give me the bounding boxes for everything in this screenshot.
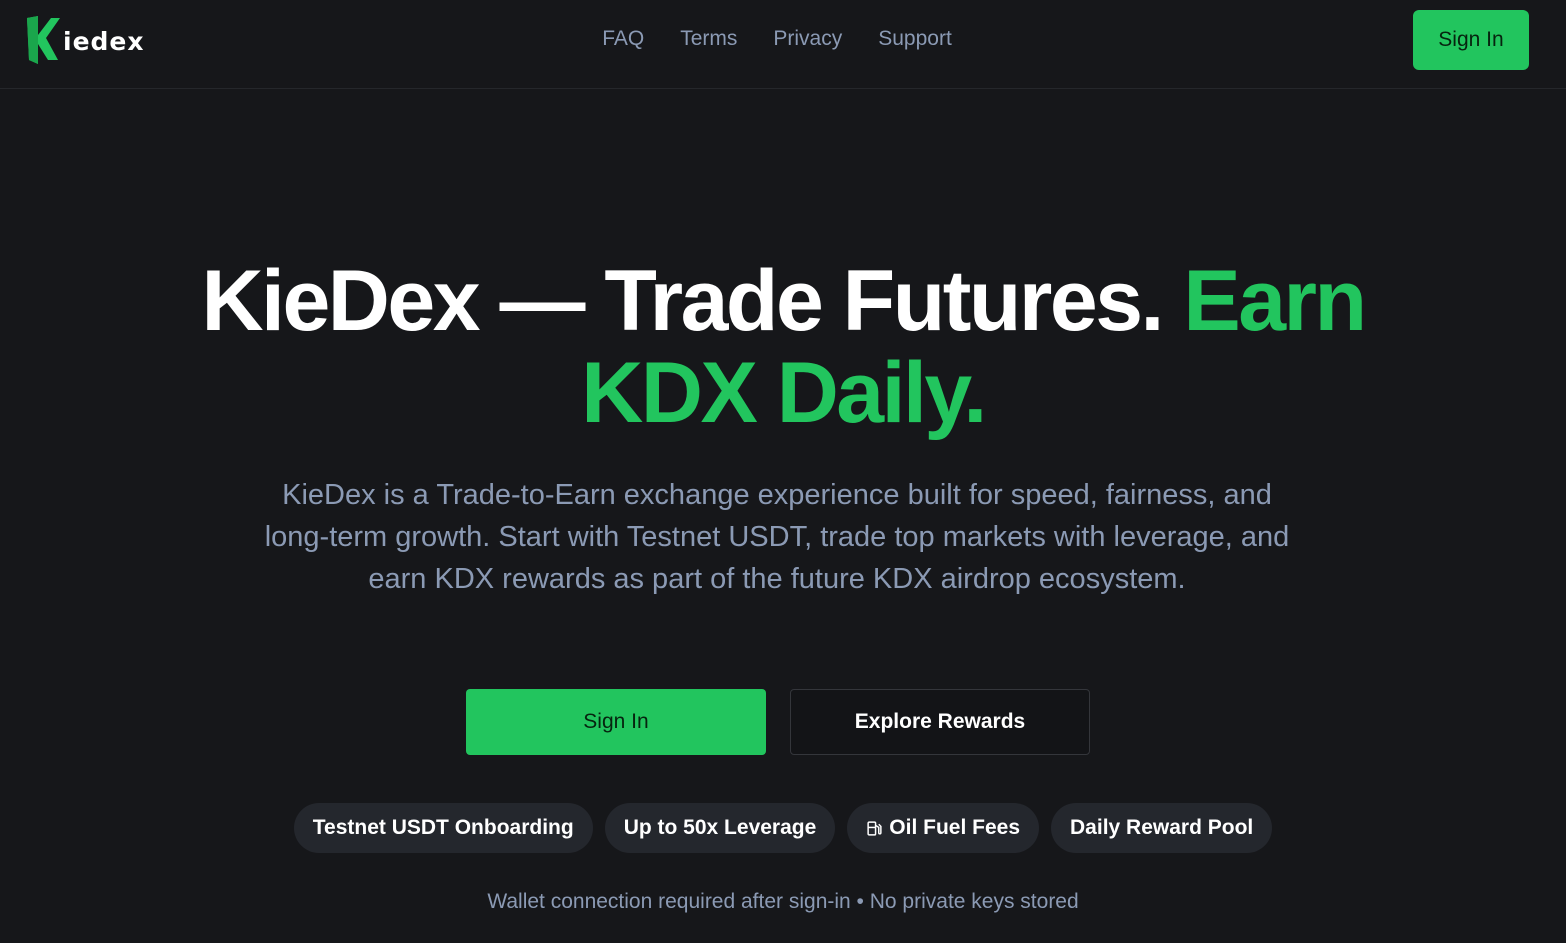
nav-link-terms[interactable]: Terms [680,27,737,51]
feature-pill-leverage: Up to 50x Leverage [604,803,836,853]
feature-label: Testnet USDT Onboarding [312,816,574,839]
nav-link-support[interactable]: Support [878,27,952,51]
fuel-pump-icon [867,820,882,836]
feature-label: Oil Fuel Fees [889,816,1021,839]
feature-pills: Testnet USDT Onboarding Up to 50x Levera… [0,803,1566,853]
hero-title: KieDex — Trade Futures. Earn KDX Daily. [0,255,1566,439]
feature-label: Daily Reward Pool [1070,816,1254,839]
hero-title-accent-earn: Earn [1183,253,1367,349]
feature-pill-fuel-fees: Oil Fuel Fees [847,803,1040,853]
landing-page: iedex FAQ Terms Privacy Support Sign In … [0,0,1566,943]
feature-label: Up to 50x Leverage [623,816,817,839]
feature-pill-testnet: Testnet USDT Onboarding [293,803,593,853]
security-footnote: Wallet connection required after sign-in… [487,890,1079,913]
main-nav: FAQ Terms Privacy Support [0,27,1566,51]
header-sign-in-button[interactable]: Sign In [1413,10,1529,70]
hero-title-main: KieDex — Trade Futures. [201,253,1184,349]
cta-buttons: Sign In Explore Rewards [466,689,1090,755]
nav-link-faq[interactable]: FAQ [602,27,644,51]
nav-link-privacy[interactable]: Privacy [773,27,842,51]
hero-description: KieDex is a Trade-to-Earn exchange exper… [264,479,1290,595]
explore-rewards-button[interactable]: Explore Rewards [790,689,1090,755]
feature-pill-reward-pool: Daily Reward Pool [1051,803,1273,853]
sign-in-button[interactable]: Sign In [466,689,766,755]
top-header: iedex FAQ Terms Privacy Support Sign In [0,0,1566,89]
hero-title-accent-kdx: KDX Daily. [581,345,987,441]
